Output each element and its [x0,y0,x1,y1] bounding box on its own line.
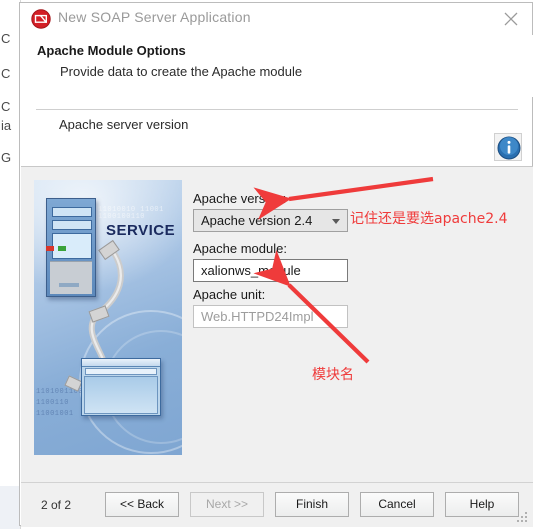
back-button[interactable]: << Back [105,492,179,517]
tower-base [50,261,92,294]
background-text-fragment: ia [1,118,12,133]
annotation-version-note: 记住还是要选apache2.4 [350,211,508,227]
tower-bay [52,207,92,217]
background-text-fragment: C [1,31,11,46]
page-subtitle: Provide data to create the Apache module [60,64,303,79]
dialog-titlebar[interactable]: New SOAP Server Application [20,3,532,35]
section-label-apache-server-version: Apache server version [59,117,189,132]
tower-led-green [58,246,66,251]
dialog-footer: 2 of 2 << Back Next >> Finish Cancel Hel… [21,482,533,527]
annotation-module-note: 模块名 [312,367,354,383]
info-icon[interactable] [494,133,522,161]
apache-module-input[interactable]: xalionws_module [193,259,348,282]
banner-browser-urlbar [85,368,157,375]
dx-logo-icon [31,9,51,29]
next-button: Next >> [190,492,264,517]
background-text-fragment: C [1,66,11,81]
label-apache-module: Apache module: [193,241,287,256]
resize-grip-icon[interactable] [517,512,529,524]
banner-browser-canvas [84,376,158,414]
label-apache-unit: Apache unit: [193,287,266,302]
tower-bay [52,220,92,230]
apache-module-value: xalionws_module [201,263,301,278]
tower-led-red [46,246,54,251]
page-title: Apache Module Options [37,43,186,58]
background-text-fragment: C [1,99,11,114]
tower-slot [59,283,79,287]
screen: C C C ia G New SOAP Server Application A… [0,0,535,529]
apache-unit-value: Web.HTTPD24Impl [201,309,314,324]
finish-button[interactable]: Finish [275,492,349,517]
apache-version-select[interactable]: Apache version 2.4 [193,209,348,232]
background-text-fragment: G [1,150,12,165]
cancel-button[interactable]: Cancel [360,492,434,517]
banner-browser-window [81,358,161,416]
background-window-footer [0,486,20,529]
chevron-down-icon[interactable] [332,219,340,224]
dialog-title: New SOAP Server Application [58,9,251,25]
service-banner-image: 11010010 11001 1100100110 11010011001 11… [34,180,182,455]
wizard-step-indicator: 2 of 2 [41,498,72,512]
header-divider [36,109,518,110]
close-icon[interactable] [494,5,528,33]
help-button[interactable]: Help [445,492,519,517]
apache-unit-input[interactable]: Web.HTTPD24Impl [193,305,348,328]
new-soap-server-application-dialog: New SOAP Server Application Apache Modul… [19,2,533,527]
background-window[interactable]: C C C ia G [0,0,21,529]
label-apache-version: Apache version: [193,191,287,206]
dialog-header: Apache Module Options Provide data to cr… [21,35,533,97]
dialog-body: 11010010 11001 1100100110 11010011001 11… [21,167,533,482]
arrow-to-version-field [253,176,434,220]
apache-version-value: Apache version 2.4 [201,213,313,228]
banner-browser-titlebar [82,359,160,367]
